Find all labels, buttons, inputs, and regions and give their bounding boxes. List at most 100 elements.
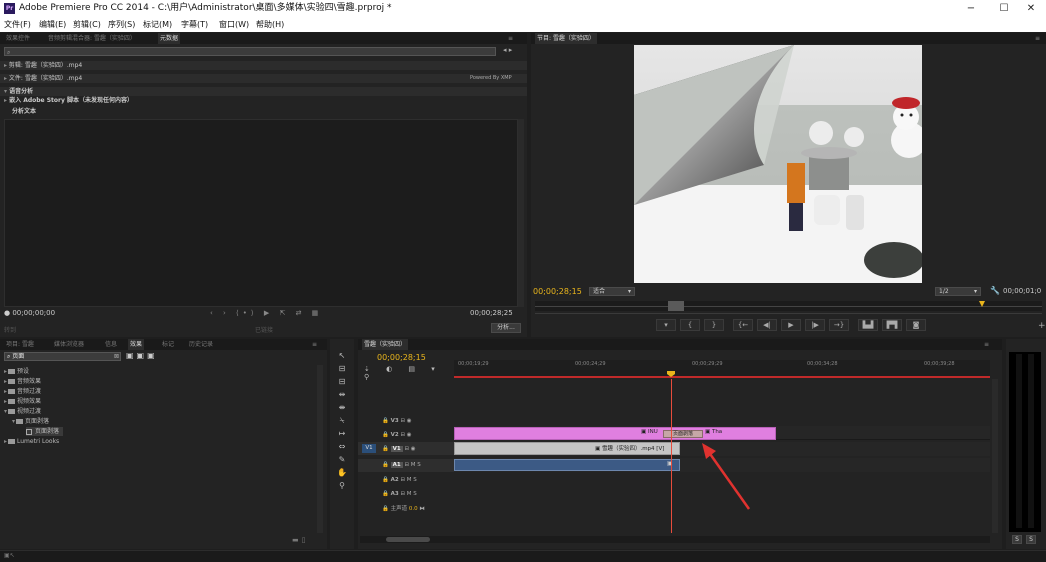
quality-dropdown[interactable]: 1/2 ▾	[935, 287, 981, 296]
track-header-a3[interactable]: 🔒 A3 ⊟ M S	[382, 488, 417, 500]
maximize-button[interactable]: ☐	[989, 0, 1019, 17]
nav-arrows-icon[interactable]: ◂ ▸	[503, 46, 512, 54]
solo-right-button[interactable]: S	[1026, 535, 1036, 544]
tab-effect-controls[interactable]: 效果控件	[4, 33, 32, 44]
fit-dropdown[interactable]: 适合 ▾	[589, 287, 635, 296]
menu-window[interactable]: 窗口(W)	[219, 17, 249, 32]
go-to-in-icon[interactable]: {←	[733, 319, 753, 331]
page-peel-transition[interactable]: 页面剥落	[663, 430, 703, 438]
step-back-icon[interactable]: ◀|	[757, 319, 777, 331]
tab-program[interactable]: 节目: 雪趣（实验四）	[535, 33, 597, 44]
tab-effects[interactable]: 效果	[128, 339, 145, 350]
tab-metadata[interactable]: 元数据	[158, 33, 181, 44]
tree-item-page-peel-folder[interactable]: ▾ 页面剥落	[12, 417, 49, 426]
track-header-master[interactable]: 🔒 主声道 0.0 ⧓	[382, 503, 425, 515]
razor-tool-icon[interactable]: ⍀	[333, 414, 351, 427]
timeline-v-scrollbar[interactable]	[992, 379, 998, 533]
effects-search-input[interactable]: ⌕ 页面 ⊠	[4, 352, 121, 361]
panel-menu-icon[interactable]: ≡	[312, 339, 317, 350]
menu-sequence[interactable]: 序列(S)	[108, 17, 135, 32]
mark-in-icon[interactable]: {	[680, 319, 700, 331]
minimize-button[interactable]: −	[956, 0, 986, 17]
menu-help[interactable]: 帮助(H)	[256, 17, 284, 32]
work-area-bar[interactable]	[454, 376, 990, 378]
story-script-row[interactable]: ▸ 嵌入 Adobe Story 脚本（未发现任何内容）	[0, 96, 527, 105]
rate-stretch-tool-icon[interactable]: ⇼	[333, 401, 351, 414]
v1-clip[interactable]: ▣ 雪趣（实验四）.mp4 [V]	[454, 442, 680, 455]
rolling-edit-tool-icon[interactable]: ⇹	[333, 388, 351, 401]
go-to-out-icon[interactable]: →}	[829, 319, 849, 331]
timeline-timecode[interactable]: 00;00;28;15	[377, 353, 426, 362]
tab-audio-clip-mixer[interactable]: 音频剪辑混合器: 雪趣（实验四）	[46, 33, 138, 44]
menu-edit[interactable]: 编辑(E)	[39, 17, 66, 32]
tab-history[interactable]: 历史记录	[187, 339, 215, 350]
panel-menu-icon[interactable]: ≡	[984, 339, 989, 350]
bin-filter-icons[interactable]: ▣▣▣	[126, 351, 158, 360]
track-header-v1[interactable]: 🔒 V1 ⊟ ◉	[382, 443, 416, 455]
metadata-search-input[interactable]: ⌕	[4, 47, 496, 56]
analyze-button[interactable]: 分析...	[491, 323, 521, 333]
track-header-a2[interactable]: 🔒 A2 ⊟ M S	[382, 474, 417, 486]
timeline-scroll-thumb[interactable]	[386, 537, 430, 542]
time-ruler[interactable]: 00;00;19;29 00;00;24;29 00;00;29;29 00;0…	[454, 360, 990, 378]
track-area[interactable]: ▣ INU ▣ Tha 页面剥落 ▣ 雪趣（实验四）.mp4 [V] ▣	[454, 379, 990, 533]
zoom-tool-icon[interactable]: ⚲	[333, 479, 351, 492]
program-scrub-bar[interactable]	[535, 301, 1042, 311]
tree-item-audio-effects[interactable]: ▸ 音频效果	[4, 377, 41, 386]
source-patch-v1[interactable]: V1	[362, 444, 376, 453]
tree-item-page-peel[interactable]: 页面剥落	[26, 427, 64, 436]
menu-clip[interactable]: 剪辑(C)	[73, 17, 101, 32]
playback-controls[interactable]: ‹ › ⟨•⟩ ▶ ⇱ ⇄ ▦	[210, 309, 322, 317]
hand-tool-icon[interactable]: ✋	[333, 466, 351, 479]
clear-search-icon[interactable]: ⊠	[114, 353, 119, 360]
step-forward-icon[interactable]: |▶	[805, 319, 825, 331]
analysis-scrollbar[interactable]	[518, 119, 524, 307]
speech-analysis-row[interactable]: ▾ 语音分析	[0, 87, 527, 96]
add-marker-icon[interactable]: ▾	[656, 319, 676, 331]
track-header-a1[interactable]: 🔒 A1 ⊟ M S	[382, 459, 421, 471]
tab-sequence[interactable]: 雪趣（实验四）	[362, 339, 409, 350]
solo-left-button[interactable]: S	[1012, 535, 1022, 544]
a1-clip[interactable]: ▣	[454, 459, 680, 471]
slide-tool-icon[interactable]: ⇔	[333, 440, 351, 453]
menu-title[interactable]: 字幕(T)	[181, 17, 208, 32]
slip-tool-icon[interactable]: ↦	[333, 427, 351, 440]
lift-icon[interactable]: ▙▟	[858, 319, 878, 331]
tree-item-video-transitions[interactable]: ▾ 视频过渡	[4, 407, 41, 416]
timeline-h-scrollbar[interactable]	[360, 536, 990, 543]
analysis-text-area[interactable]	[4, 119, 518, 307]
panel-menu-icon[interactable]: ≡	[508, 33, 513, 44]
tree-item-audio-transitions[interactable]: ▸ 音频过渡	[4, 387, 41, 396]
tab-markers[interactable]: 标记	[160, 339, 176, 350]
tab-project[interactable]: 项目: 雪趣	[4, 339, 36, 350]
program-timecode[interactable]: 00;00;28;15	[533, 287, 582, 296]
extract-icon[interactable]: ▛▜	[882, 319, 902, 331]
close-button[interactable]: ✕	[1016, 0, 1046, 17]
ripple-edit-tool-icon[interactable]: ⊟	[333, 375, 351, 388]
effects-scrollbar[interactable]	[317, 365, 323, 533]
track-header-v3[interactable]: 🔒 V3 ⊟ ◉	[382, 415, 412, 427]
clip-row[interactable]: ▸ 剪辑: 雪趣（实验四）.mp4	[0, 61, 527, 70]
track-header-v2[interactable]: 🔒 V2 ⊟ ◉	[382, 429, 412, 441]
panel-menu-icon[interactable]: ≡	[1035, 33, 1040, 44]
menu-file[interactable]: 文件(F)	[4, 17, 31, 32]
tab-info[interactable]: 信息	[103, 339, 119, 350]
tab-media-browser[interactable]: 媒体浏览器	[52, 339, 86, 350]
pen-tool-icon[interactable]: ✎	[333, 453, 351, 466]
tree-item-video-effects[interactable]: ▸ 视频效果	[4, 397, 41, 406]
selection-tool-icon[interactable]: ↖	[333, 349, 351, 362]
mark-out-icon[interactable]: }	[704, 319, 724, 331]
tree-item-presets[interactable]: ▸ 预设	[4, 367, 29, 376]
tree-item-lumetri-looks[interactable]: ▸ Lumetri Looks	[4, 437, 59, 446]
add-button-icon[interactable]: +	[1038, 321, 1046, 331]
timeline-tool-icons[interactable]: ⇣ ◐ ▤ ▾ ⚲	[364, 365, 452, 381]
new-bin-delete-icons[interactable]: ▬▯	[292, 536, 308, 544]
menu-marker[interactable]: 标记(M)	[143, 17, 172, 32]
v2-clip[interactable]: ▣ INU ▣ Tha 页面剥落	[454, 427, 776, 440]
export-frame-icon[interactable]: ◙	[906, 319, 926, 331]
video-frame[interactable]	[634, 45, 922, 283]
file-row[interactable]: ▸ 文件: 雪趣（实验四）.mp4	[0, 74, 527, 83]
play-icon[interactable]: ▶	[781, 319, 801, 331]
wrench-icon[interactable]: 🔧	[990, 286, 1000, 295]
track-select-tool-icon[interactable]: ⊟	[333, 362, 351, 375]
